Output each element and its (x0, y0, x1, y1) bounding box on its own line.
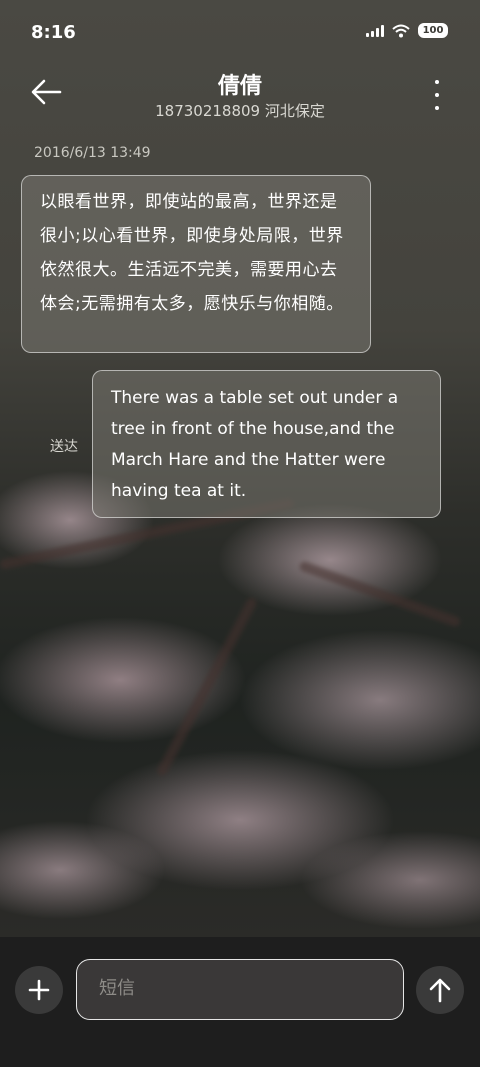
send-arrow-icon (429, 978, 451, 1003)
delivery-status: 送达 (50, 439, 78, 455)
branch-shape (298, 560, 462, 628)
battery-icon: 100 (418, 23, 448, 38)
signal-icon (366, 24, 384, 37)
more-vertical-icon (435, 80, 439, 84)
message-timestamp: 2016/6/13 13:49 (34, 145, 151, 161)
plus-icon (28, 979, 50, 1001)
status-bar: 8:16 100 (0, 0, 480, 64)
contact-name: 倩倩 (217, 74, 262, 99)
more-options-button[interactable] (432, 80, 442, 110)
send-button[interactable] (416, 966, 464, 1014)
branch-shape (155, 596, 259, 778)
status-icons: 100 (366, 23, 448, 38)
contact-detail: 18730218809 河北保定 (155, 102, 325, 120)
attach-button[interactable] (15, 966, 63, 1014)
incoming-message-bubble[interactable]: 以眼看世界，即使站的最高，世界还是很小;以心看世界，即使身处局限，世界依然很大。… (21, 175, 371, 353)
outgoing-message-bubble[interactable]: There was a table set out under a tree i… (92, 370, 441, 518)
wifi-icon (392, 24, 410, 37)
conversation-header: 倩倩 18730218809 河北保定 (0, 64, 480, 134)
status-time: 8:16 (31, 22, 76, 43)
message-input[interactable]: 短信 (76, 959, 404, 1020)
